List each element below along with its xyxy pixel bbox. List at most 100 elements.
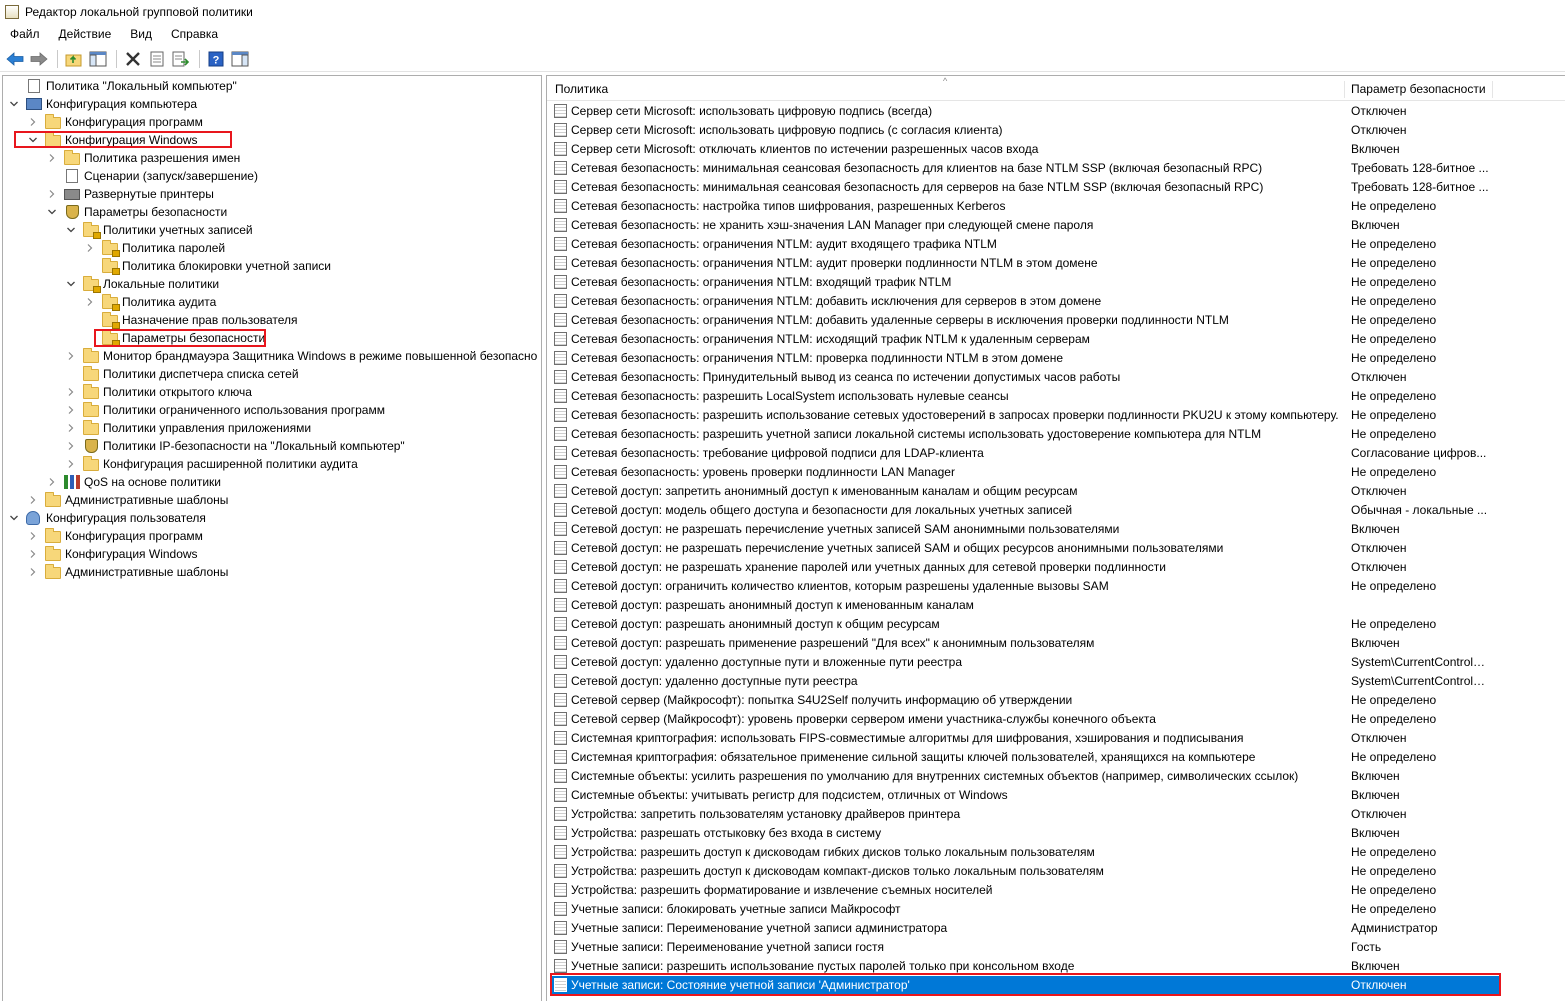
policy-row[interactable]: Учетные записи: Переименование учетной з… [552,919,1499,938]
tree-item[interactable]: Политики управления приложениями [66,419,311,437]
menu-action[interactable]: Действие [49,27,121,41]
policy-row[interactable]: Сетевой доступ: ограничить количество кл… [552,577,1499,596]
policy-row[interactable]: Сетевая безопасность: ограничения NTLM: … [552,235,1499,254]
chevron-right-icon[interactable] [28,495,38,505]
policy-row[interactable]: Устройства: разрешить форматирование и и… [552,881,1499,900]
tree-item[interactable]: Политики IP-безопасности на "Локальный к… [66,437,405,455]
chevron-right-icon[interactable] [28,567,38,577]
policy-row[interactable]: Сервер сети Microsoft: отключать клиенто… [552,140,1499,159]
policy-row[interactable]: Сетевой доступ: разрешать применение раз… [552,634,1499,653]
tree-item[interactable]: Политики диспетчера списка сетей [66,365,299,383]
chevron-right-icon[interactable] [85,243,95,253]
policy-row[interactable]: Сетевой доступ: удаленно доступные пути … [552,653,1499,672]
policy-row[interactable]: Сетевой доступ: модель общего доступа и … [552,501,1499,520]
policy-row[interactable]: Сетевая безопасность: ограничения NTLM: … [552,254,1499,273]
tree-item[interactable]: Конфигурация программ [28,113,203,131]
up-folder-icon[interactable] [63,48,84,69]
properties-icon[interactable] [146,48,167,69]
policy-row[interactable]: Системные объекты: учитывать регистр для… [552,786,1499,805]
chevron-right-icon[interactable] [28,531,38,541]
tree-item[interactable]: Политика аудита [85,293,216,311]
chevron-right-icon[interactable] [28,549,38,559]
chevron-right-icon[interactable] [66,423,76,433]
help-icon[interactable]: ? [205,48,226,69]
chevron-down-icon[interactable] [47,207,57,217]
policy-row[interactable]: Сетевая безопасность: ограничения NTLM: … [552,273,1499,292]
chevron-right-icon[interactable] [47,189,57,199]
policy-row[interactable]: Устройства: запретить пользователям уста… [552,805,1499,824]
policy-row[interactable]: Сервер сети Microsoft: использовать цифр… [552,121,1499,140]
policy-row[interactable]: Системная криптография: использовать FIP… [552,729,1499,748]
chevron-right-icon[interactable] [85,297,95,307]
policy-row[interactable]: Сетевой сервер (Майкрософт): попытка S4U… [552,691,1499,710]
policy-row[interactable]: Сетевая безопасность: ограничения NTLM: … [552,292,1499,311]
tree-item[interactable]: Монитор брандмауэра Защитника Windows в … [66,347,537,365]
policy-row[interactable]: Сетевая безопасность: разрешить использо… [552,406,1499,425]
column-header-policy[interactable]: Политика [555,76,1345,101]
chevron-right-icon[interactable] [66,405,76,415]
chevron-down-icon[interactable] [9,513,19,523]
show-hide-tree-icon[interactable] [87,48,108,69]
tree-item[interactable]: Конфигурация Windows [28,545,198,563]
tree-item[interactable]: Политика разрешения имен [47,149,240,167]
policy-row[interactable]: Сетевая безопасность: минимальная сеансо… [552,178,1499,197]
policy-row[interactable]: Сетевой доступ: разрешать анонимный дост… [552,596,1499,615]
tree-item[interactable]: Конфигурация пользователя [9,509,206,527]
column-divider[interactable] [1492,81,1493,98]
menu-view[interactable]: Вид [120,27,161,41]
chevron-right-icon[interactable] [66,459,76,469]
policy-row[interactable]: Сетевая безопасность: разрешить LocalSys… [552,387,1499,406]
chevron-down-icon[interactable] [66,279,76,289]
column-divider[interactable] [1344,81,1345,98]
policy-row[interactable]: Сервер сети Microsoft: использовать цифр… [552,102,1499,121]
tree-item[interactable]: Административные шаблоны [28,491,228,509]
policy-row[interactable]: Системная криптография: обязательное при… [552,748,1499,767]
chevron-down-icon[interactable] [9,99,19,109]
policy-row[interactable]: Сетевая безопасность: ограничения NTLM: … [552,349,1499,368]
policy-row[interactable]: Системные объекты: усилить разрешения по… [552,767,1499,786]
policy-row[interactable]: Сетевой доступ: разрешать анонимный дост… [552,615,1499,634]
policy-row[interactable]: Устройства: разрешать отстыковку без вхо… [552,824,1499,843]
tree-item[interactable]: Политика "Локальный компьютер" [9,77,237,95]
chevron-right-icon[interactable] [47,477,57,487]
tree-item[interactable]: Конфигурация Windows [28,131,198,149]
policy-row[interactable]: Сетевой доступ: удаленно доступные пути … [552,672,1499,691]
menu-help[interactable]: Справка [161,27,227,41]
tree-item[interactable]: Политика блокировки учетной записи [85,257,331,275]
policy-row[interactable]: Сетевой доступ: не разрешать хранение па… [552,558,1499,577]
export-list-icon[interactable] [170,48,191,69]
tree-item[interactable]: Развернутые принтеры [47,185,214,203]
policy-row[interactable]: Учетные записи: разрешить использование … [552,957,1499,976]
tree-item[interactable]: Локальные политики [66,275,219,293]
policy-row[interactable]: Учетные записи: Переименование учетной з… [552,938,1499,957]
tree-item[interactable]: Параметры безопасности [85,329,265,347]
tree-item[interactable]: Конфигурация расширенной политики аудита [66,455,358,473]
tree-item[interactable]: Параметры безопасности [47,203,227,221]
policy-row[interactable]: Сетевая безопасность: не хранить хэш-зна… [552,216,1499,235]
policy-row[interactable]: Устройства: разрешить доступ к дисковода… [552,862,1499,881]
chevron-right-icon[interactable] [66,351,76,361]
tree-item[interactable]: Назначение прав пользователя [85,311,298,329]
policy-row[interactable]: Сетевой доступ: запретить анонимный дост… [552,482,1499,501]
delete-icon[interactable] [122,48,143,69]
policy-row[interactable]: Сетевая безопасность: разрешить учетной … [552,425,1499,444]
show-hide-action-pane-icon[interactable] [229,48,250,69]
policy-row[interactable]: Сетевой доступ: не разрешать перечислени… [552,539,1499,558]
forward-arrow-icon[interactable] [28,48,49,69]
tree-item[interactable]: Конфигурация компьютера [9,95,197,113]
policy-row[interactable]: Сетевая безопасность: ограничения NTLM: … [552,330,1499,349]
policy-row[interactable]: Сетевой доступ: не разрешать перечислени… [552,520,1499,539]
tree-item[interactable]: Конфигурация программ [28,527,203,545]
tree-item[interactable]: Политики учетных записей [66,221,253,239]
chevron-right-icon[interactable] [28,117,38,127]
tree-item[interactable]: Сценарии (запуск/завершение) [47,167,258,185]
back-arrow-icon[interactable] [4,48,25,69]
tree-item[interactable]: Политики ограниченного использования про… [66,401,385,419]
tree-item[interactable]: Административные шаблоны [28,563,228,581]
policy-row[interactable]: Сетевая безопасность: требование цифрово… [552,444,1499,463]
chevron-right-icon[interactable] [47,153,57,163]
chevron-down-icon[interactable] [66,225,76,235]
chevron-right-icon[interactable] [66,387,76,397]
policy-row[interactable]: Сетевая безопасность: минимальная сеансо… [552,159,1499,178]
policy-row[interactable]: Сетевая безопасность: ограничения NTLM: … [552,311,1499,330]
